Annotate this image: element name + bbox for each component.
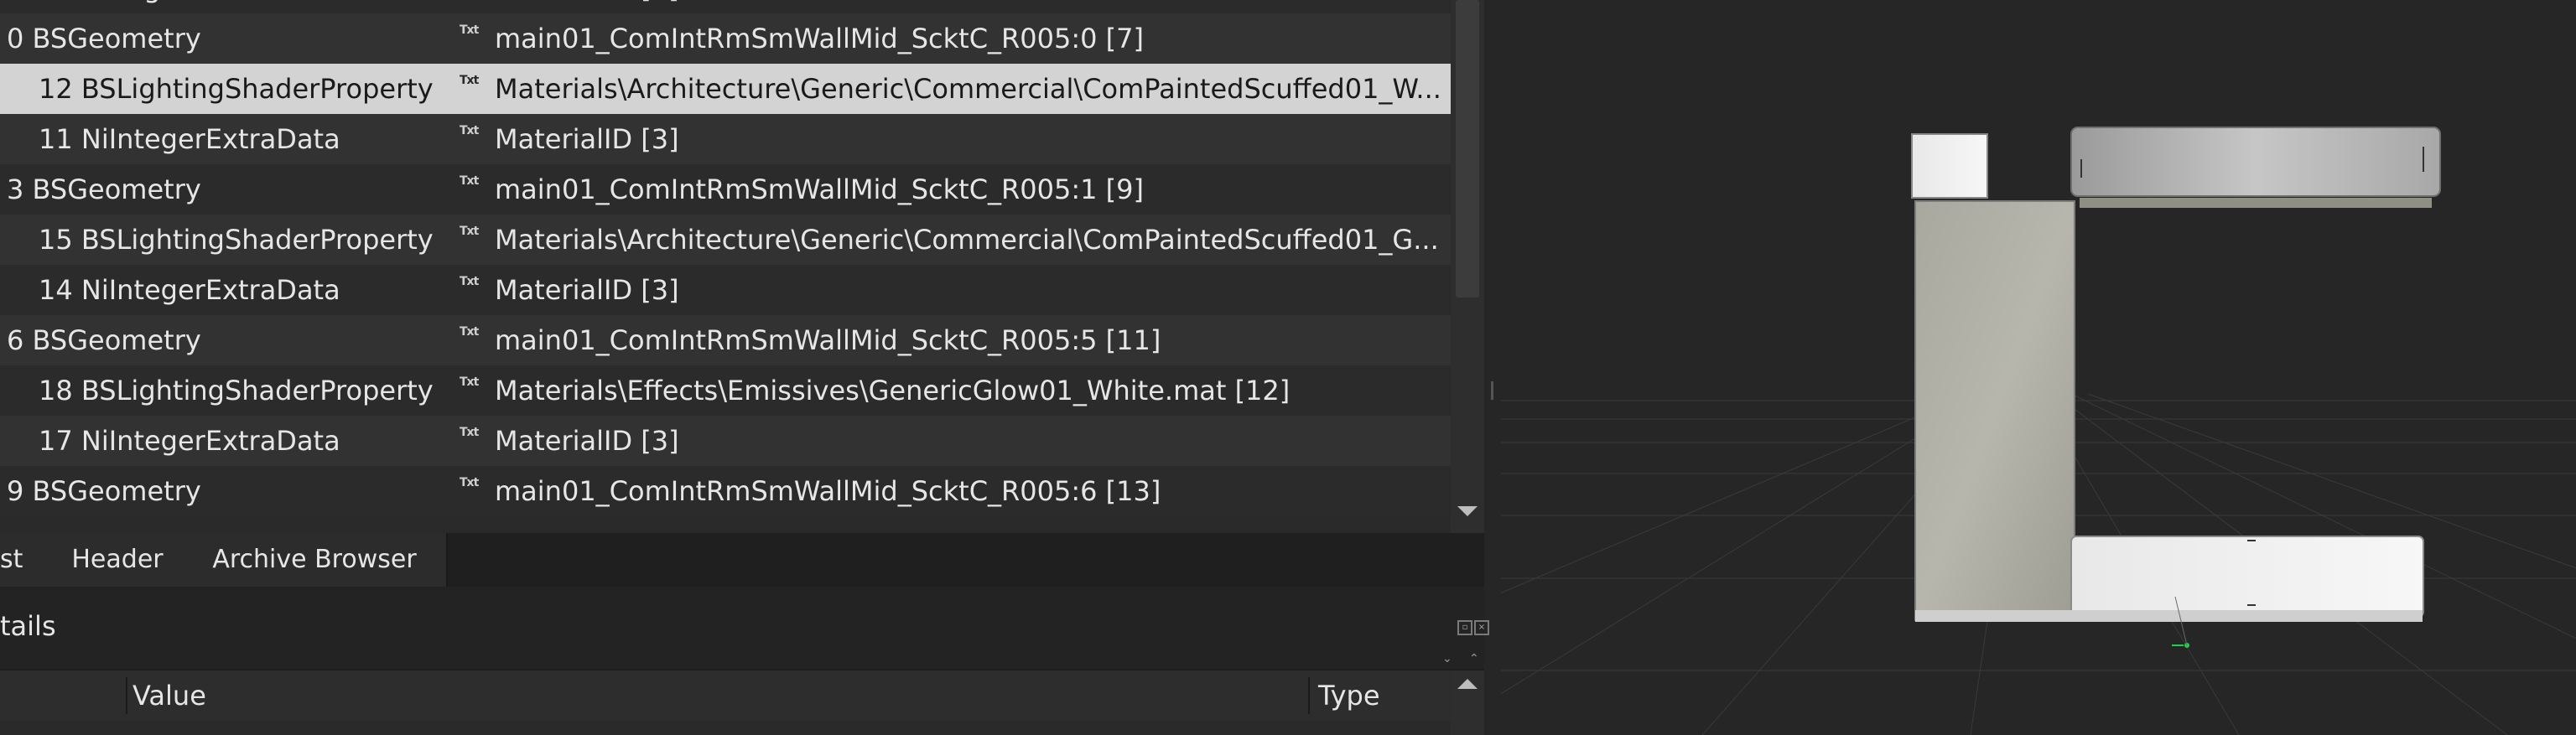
- text-type-icon: Txt: [460, 426, 479, 439]
- details-panel-titlebar: tails: [0, 587, 1484, 669]
- tree-row-value: MaterialID [3]: [495, 425, 679, 457]
- block-tree[interactable]: 8 NiIntegerExtraDataTxtMaterialID [3]0 B…: [0, 0, 1451, 533]
- column-separator[interactable]: [1308, 677, 1310, 714]
- tree-row[interactable]: 12 BSLightingShaderProperty Txt Materials\…: [0, 64, 1451, 114]
- render-viewport[interactable]: [1501, 0, 2576, 735]
- tree-scroll-thumb[interactable]: [1456, 0, 1479, 298]
- text-type-icon: Txt: [460, 325, 479, 339]
- tree-row-value: main01_ComIntRmSmWallMid_ScktC_R005:6 [1…: [495, 475, 1161, 507]
- tree-row-name: 6 BSGeometry: [7, 324, 201, 356]
- tree-row[interactable]: 9 BSGeometry Txt main01_ComIntRmSmWallMid_…: [0, 466, 1451, 516]
- details-table-header: Value Type: [0, 670, 1451, 721]
- tree-row-value: main01_ComIntRmSmWallMid_ScktC_R005:5 [1…: [495, 324, 1161, 356]
- tree-row[interactable]: 15 BSLightingShaderProperty Txt Materials\…: [0, 215, 1451, 265]
- close-panel-icon[interactable]: ×: [1474, 620, 1489, 635]
- tree-row-value: main01_ComIntRmSmWallMid_ScktC_R005:0 [7…: [495, 23, 1144, 54]
- tree-row-name: 12 BSLightingShaderProperty: [39, 73, 434, 105]
- text-type-icon: Txt: [460, 225, 479, 238]
- text-type-icon: Txt: [460, 476, 479, 489]
- details-title: tails: [0, 610, 56, 642]
- tree-row-name: 11 NiIntegerExtraData: [39, 123, 340, 155]
- tab-archive-browser[interactable]: Archive Browser: [183, 533, 448, 587]
- tree-row-name: 8 NiIntegerExtraData: [39, 0, 323, 4]
- tree-row-name: 14 NiIntegerExtraData: [39, 274, 340, 306]
- text-type-icon: Txt: [460, 23, 479, 37]
- tree-row[interactable]: 6 BSGeometry Txt main01_ComIntRmSmWallMid_…: [0, 315, 1451, 365]
- details-vertical-scrollbar[interactable]: [1451, 670, 1484, 735]
- tree-row-name: 17 NiIntegerExtraData: [39, 425, 340, 457]
- text-type-icon: Txt: [460, 375, 479, 389]
- tree-row-name: 9 BSGeometry: [7, 475, 201, 507]
- tree-row-value: MaterialID [3]: [495, 274, 679, 306]
- wall-model: [1911, 127, 2441, 622]
- scroll-up-arrow-icon[interactable]: [1457, 679, 1478, 689]
- tree-row-name: 18 BSLightingShaderProperty: [39, 375, 434, 406]
- tree-row-value: Materials\Effects\Emissives\GenericGlow0…: [495, 375, 1291, 406]
- tree-row[interactable]: 11 NiIntegerExtraData Txt MaterialID [3]: [0, 114, 1451, 164]
- tree-row[interactable]: 14 NiIntegerExtraData Txt MaterialID [3]: [0, 265, 1451, 315]
- tree-row-value: MaterialID [3]: [495, 123, 679, 155]
- text-type-icon: Txt: [460, 174, 479, 188]
- text-type-icon: Txt: [460, 275, 479, 288]
- tree-row-value: Materials\Architecture\Generic\Commercia…: [495, 224, 1439, 256]
- sort-down-icon[interactable]: ⌄: [1442, 652, 1452, 665]
- scroll-down-arrow-icon[interactable]: [1457, 506, 1478, 516]
- sort-up-icon[interactable]: ⌃: [1469, 652, 1479, 665]
- tree-row[interactable]: 17 NiIntegerExtraData Txt MaterialID [3]: [0, 416, 1451, 466]
- viewport-scene: [1501, 127, 2576, 735]
- details-table-body[interactable]: [0, 721, 1451, 735]
- tree-row[interactable]: 0 BSGeometry Txt main01_ComIntRmSmWallMid_…: [0, 13, 1451, 64]
- tree-vertical-scrollbar[interactable]: [1451, 0, 1484, 533]
- tree-row-value: Materials\Architecture\Generic\Commercia…: [495, 73, 1441, 105]
- tab-block-list[interactable]: st: [0, 533, 54, 587]
- float-panel-icon[interactable]: ▫: [1457, 620, 1472, 635]
- tree-row-value: main01_ComIntRmSmWallMid_ScktC_R005:1 [9…: [495, 173, 1144, 205]
- text-type-icon: Txt: [460, 74, 479, 87]
- tree-row[interactable]: 3 BSGeometry Txt main01_ComIntRmSmWallMid_…: [0, 164, 1451, 215]
- column-header-value[interactable]: Value: [132, 670, 206, 721]
- column-separator[interactable]: [126, 677, 127, 714]
- tab-header[interactable]: Header: [52, 533, 184, 587]
- tree-row[interactable]: 18 BSLightingShaderProperty Txt Materials\…: [0, 365, 1451, 416]
- tree-row[interactable]: 8 NiIntegerExtraDataTxtMaterialID [3]: [0, 0, 1451, 13]
- tree-row-name: 3 BSGeometry: [7, 173, 201, 205]
- tree-row-name: 0 BSGeometry: [7, 23, 201, 54]
- column-header-type[interactable]: Type: [1318, 670, 1380, 721]
- bottom-tab-bar: st Header Archive Browser: [0, 533, 1484, 587]
- splitter-grip[interactable]: [1491, 381, 1493, 400]
- text-type-icon: Txt: [460, 124, 479, 137]
- tree-row-value: MaterialID [3]: [495, 0, 679, 4]
- tree-row-name: 15 BSLightingShaderProperty: [39, 224, 434, 256]
